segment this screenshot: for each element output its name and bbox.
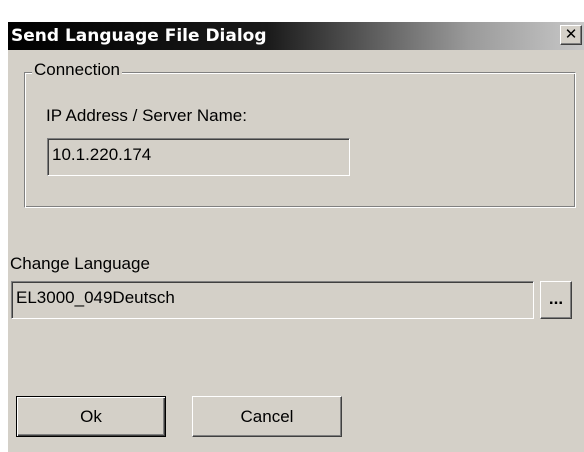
browse-button[interactable]: ... — [540, 281, 572, 319]
close-button[interactable]: ✕ — [560, 25, 582, 45]
title-bar[interactable]: Send Language File Dialog ✕ — [8, 22, 584, 50]
ellipsis-icon: ... — [548, 289, 564, 308]
ip-address-field[interactable]: 10.1.220.174 — [47, 138, 350, 176]
send-language-file-dialog: Send Language File Dialog ✕ Connection I… — [0, 0, 584, 452]
window-title: Send Language File Dialog — [11, 26, 267, 46]
connection-group-label: Connection — [32, 60, 123, 80]
language-field[interactable]: EL3000_049Deutsch — [11, 281, 534, 319]
ok-button[interactable]: Ok — [16, 396, 166, 437]
dialog-body: Connection IP Address / Server Name: 10.… — [8, 50, 584, 452]
cancel-button[interactable]: Cancel — [192, 396, 342, 437]
change-language-label: Change Language — [10, 254, 150, 273]
close-icon: ✕ — [564, 25, 578, 43]
ip-address-label: IP Address / Server Name: — [46, 106, 247, 125]
